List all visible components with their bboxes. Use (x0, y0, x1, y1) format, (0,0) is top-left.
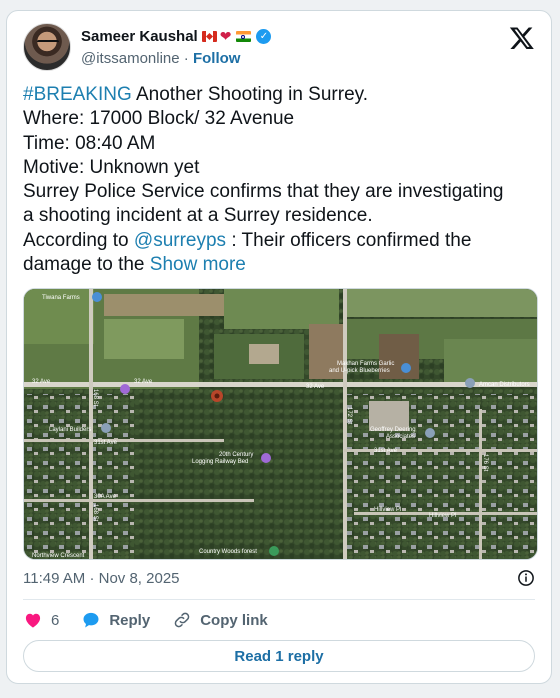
map-label-168st-b: 168 St (92, 504, 98, 522)
map-label-32ave-mid: 32 Ave (134, 379, 153, 385)
red-heart-emoji-icon: ❤ (219, 28, 232, 44)
map-label-hillview: Hillview Pl (374, 507, 401, 513)
tweet-line-1-text: Another Shooting in Surrey. (131, 84, 369, 105)
map-label-northview: Northview Crescent (32, 553, 85, 559)
map-label-geoffrey: Geoffrey Deering (370, 427, 416, 433)
tweet-card[interactable]: Sameer Kaushal ❤ ✓ @itssamonline · Follo… (6, 10, 552, 684)
tweet-line-5: Surrey Police Service confirms that they… (23, 181, 504, 203)
tweet-text: #BREAKING Another Shooting in Surrey. Wh… (23, 83, 538, 277)
map-label-hillview2: Hillview Pl (429, 513, 456, 519)
verified-badge-icon: ✓ (256, 29, 272, 44)
map-pin-icon (425, 428, 435, 438)
map-label-laylani: Laylani Builders (49, 427, 91, 433)
hashtag-link[interactable]: #BREAKING (23, 84, 132, 105)
author-handle[interactable]: @itssamonline (81, 50, 180, 67)
tweet-timestamp[interactable]: 11:49 AM · Nov 8, 2025 (23, 570, 180, 587)
tweet-time: 11:49 AM (23, 570, 86, 587)
tweet-line-8-pre: damage to the (23, 254, 150, 276)
map-label-amcan: Amcan Distributors (479, 382, 530, 388)
map-label-31ave-right: 31st Ave (374, 448, 398, 454)
tweet-line-3: Time: 08:40 AM (23, 132, 156, 154)
author-name-row: Sameer Kaushal ❤ ✓ (81, 28, 272, 45)
map-label-makhan2: and U-pick Blueberries (329, 368, 390, 374)
map-label-31ave: 31st Ave (94, 440, 118, 446)
link-icon (174, 612, 190, 628)
map-pin-icon (269, 546, 279, 556)
map-pin-icon (261, 453, 271, 463)
like-count: 6 (51, 611, 60, 629)
map-pin-icon (401, 363, 411, 373)
map-pin-icon (101, 423, 111, 433)
map-label-geoffrey2: Associates (386, 434, 415, 440)
action-divider (23, 599, 535, 600)
mention-link[interactable]: @surreyps (134, 230, 226, 251)
canada-flag-icon (201, 31, 217, 42)
map-label-30a-ave: 30A Ave (94, 494, 117, 500)
map-label-168st: 168 St (92, 389, 98, 407)
map-pin-icon (120, 384, 130, 394)
x-logo-icon[interactable] (509, 25, 535, 51)
action-bar: 6 Reply Copy link (23, 609, 290, 631)
satellite-map: Tiwana Farms 32 Ave 32 Ave 32 Ave Makhan… (24, 289, 537, 559)
author-name[interactable]: Sameer Kaushal (81, 28, 198, 45)
map-label-172st: 172 St (346, 407, 352, 425)
follow-button[interactable]: Follow (193, 50, 241, 67)
map-label-tiwana: Tiwana Farms (42, 295, 80, 301)
map-image[interactable]: Tiwana Farms 32 Ave 32 Ave 32 Ave Makhan… (23, 288, 538, 560)
timestamp-separator: · (89, 570, 95, 587)
copy-link-label: Copy link (200, 611, 268, 629)
copy-link-button[interactable]: Copy link (172, 610, 268, 630)
tweet-date: Nov 8, 2025 (98, 570, 180, 587)
tweet-line-7-post: : Their officers confirmed the (226, 229, 472, 251)
reply-button[interactable]: Reply (81, 610, 150, 630)
india-flag-icon (236, 31, 252, 42)
like-button[interactable]: 6 (23, 610, 59, 630)
tweet-line-2: Where: 17000 Block/ 32 Avenue (23, 108, 295, 130)
author-avatar[interactable] (23, 23, 71, 71)
tweet-line-1: #BREAKING Another Shooting in Surrey. (23, 83, 538, 107)
tweet-line-7: According to @surreyps : Their officers … (23, 229, 538, 253)
show-more-link[interactable]: Show more (150, 254, 246, 275)
tweet-header: Sameer Kaushal ❤ ✓ @itssamonline · Follo… (23, 23, 535, 73)
heart-icon (25, 613, 41, 628)
tweet-line-7-pre: According to (23, 229, 134, 251)
tweet-line-8: damage to the Show more (23, 253, 538, 277)
read-replies-button[interactable]: Read 1 reply (23, 640, 535, 672)
map-label-century: 20th Century (219, 452, 253, 458)
tweet-line-6: a shooting incident at a Surrey residenc… (23, 205, 373, 227)
map-label-makhan: Makhan Farms Garlic (337, 361, 394, 367)
map-label-32ave-right: 32 Ave (306, 384, 325, 390)
map-label-176st: 176 St (482, 454, 488, 472)
handle-separator: · (183, 50, 189, 67)
map-label-country-woods: Country Woods forest (199, 549, 257, 555)
author-handle-row: @itssamonline · Follow (81, 50, 240, 67)
map-label-32ave-left: 32 Ave (32, 379, 51, 385)
reply-bubble-icon (83, 612, 99, 628)
map-label-century2: Logging Railway Bed (192, 459, 248, 465)
tweet-line-4: Motive: Unknown yet (23, 156, 200, 178)
map-pin-icon (465, 378, 475, 388)
info-icon[interactable] (517, 569, 535, 587)
map-pin-icon (92, 292, 102, 302)
reply-label: Reply (109, 611, 151, 629)
